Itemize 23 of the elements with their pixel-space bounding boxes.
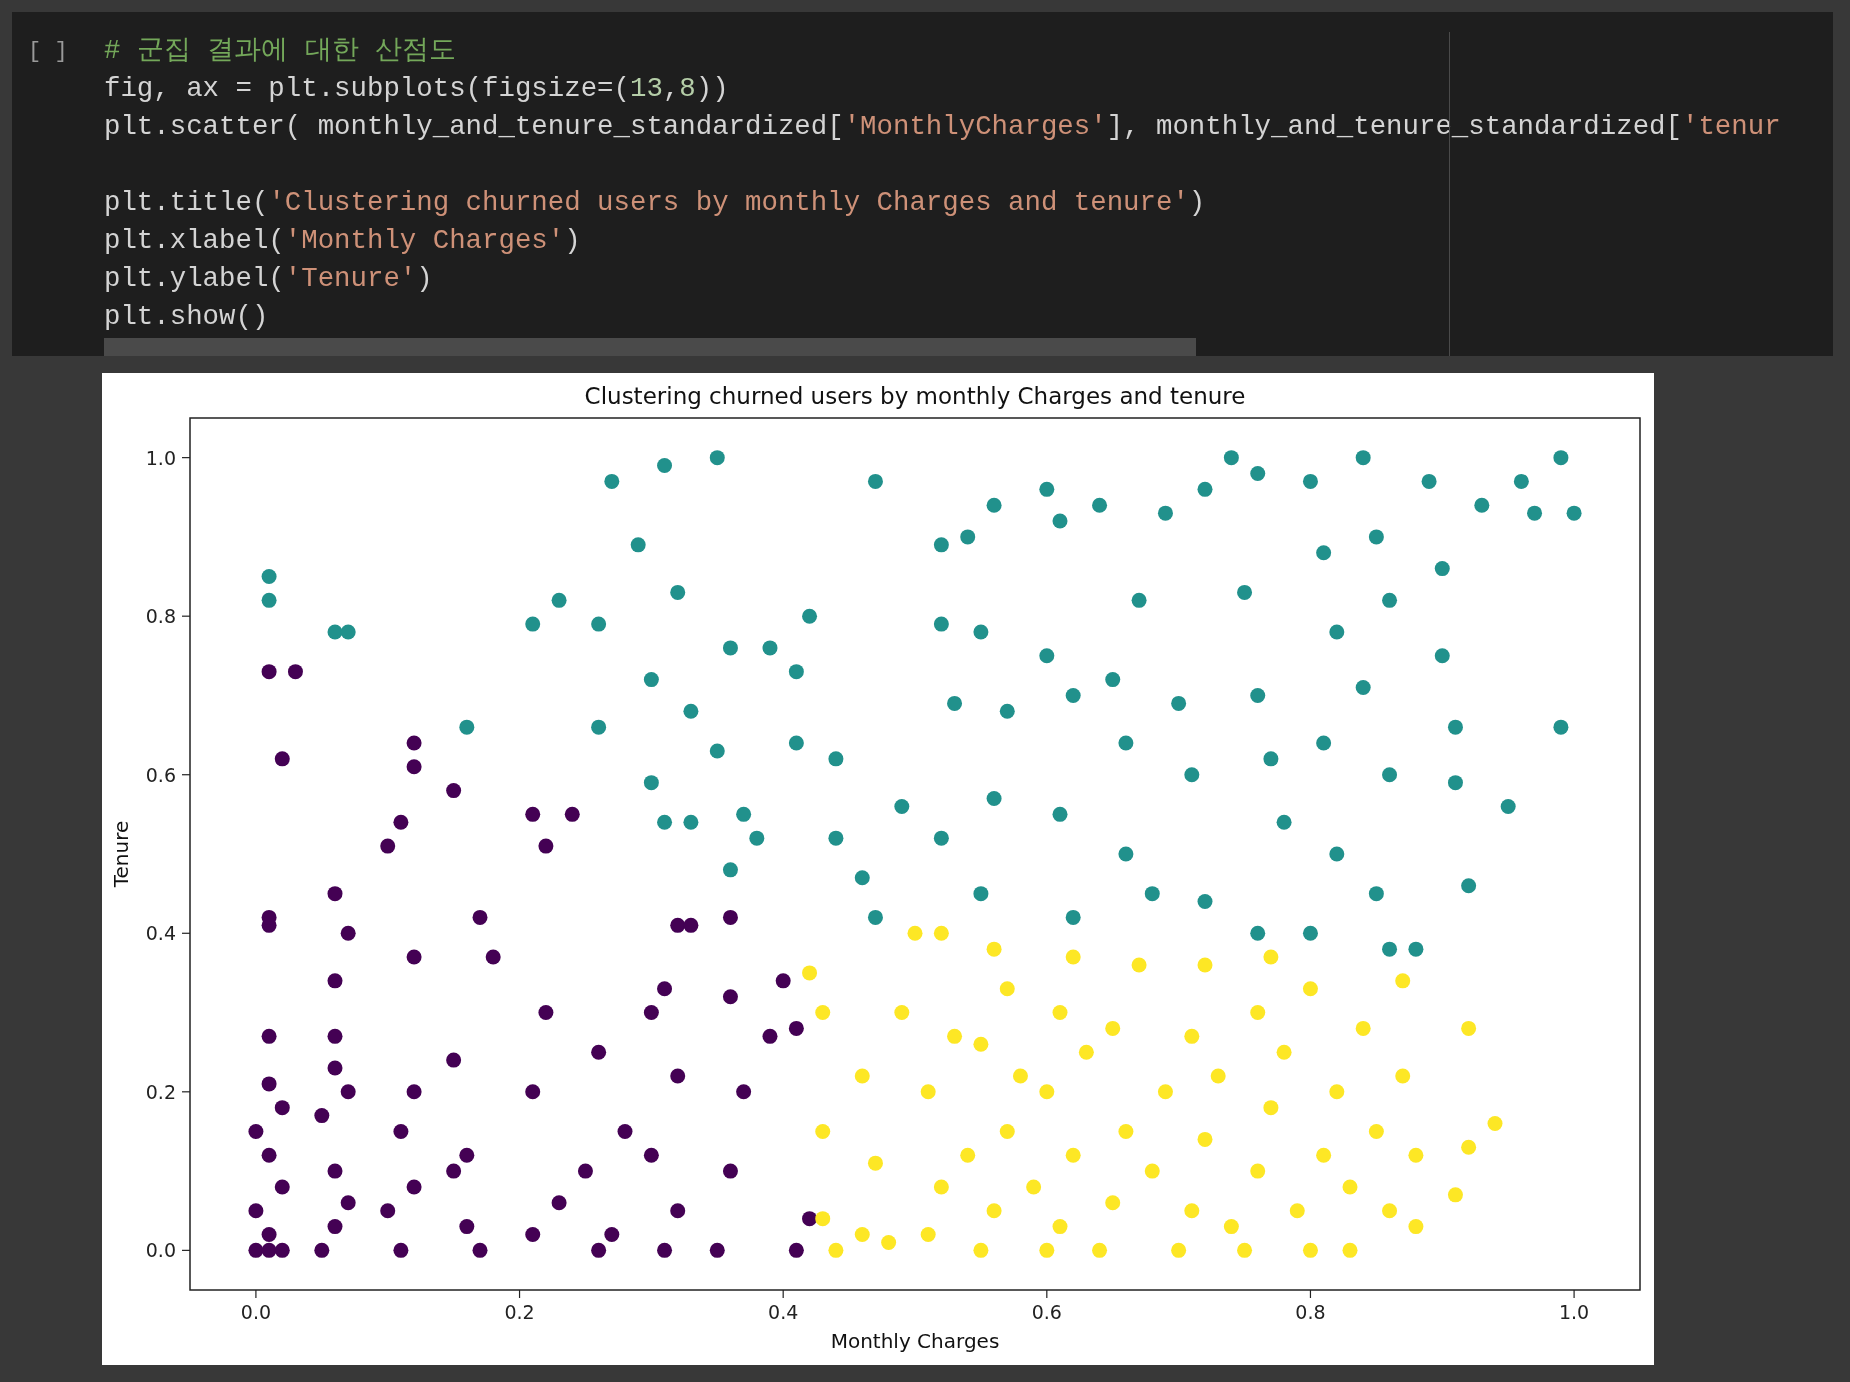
y-tick-label: 0.8 xyxy=(145,605,176,628)
x-tick-label: 0.8 xyxy=(1295,1301,1326,1323)
x-tick-label: 0.4 xyxy=(768,1301,799,1323)
run-cell-button[interactable]: [ ] xyxy=(28,39,68,64)
code-line: plt.scatter( monthly_and_tenure_standardized['MonthlyCharges'], monthly_and_tenure_standardized['tenur xyxy=(104,110,1781,144)
chart-title: Clustering churned users by monthly Charges and tenure xyxy=(584,383,1246,409)
code-line: plt.xlabel('Monthly Charges') xyxy=(104,224,582,258)
x-tick-label: 0.2 xyxy=(504,1301,535,1323)
code-line: # 군집 결과에 대한 산점도 xyxy=(104,34,458,68)
y-tick-label: 0.2 xyxy=(145,1080,176,1103)
code-line: plt.show() xyxy=(104,300,270,334)
y-tick-label: 0.0 xyxy=(145,1239,176,1262)
x-tick-label: 1.0 xyxy=(1559,1301,1590,1323)
y-tick-label: 0.6 xyxy=(145,763,176,786)
y-tick-label: 0.4 xyxy=(145,922,176,945)
x-tick-label: 0.6 xyxy=(1031,1301,1062,1323)
code-line: plt.ylabel('Tenure') xyxy=(104,262,434,296)
x-tick-label: 0.0 xyxy=(240,1301,271,1323)
y-axis-label: Tenure xyxy=(109,820,133,888)
code-line: plt.title('Clustering churned users by monthly Charges and tenure') xyxy=(104,186,1207,220)
code-line: fig, ax = plt.subplots(figsize=(13,8)) xyxy=(104,72,730,106)
y-tick-label: 1.0 xyxy=(145,446,176,469)
x-axis-label: Monthly Charges xyxy=(830,1329,1000,1353)
